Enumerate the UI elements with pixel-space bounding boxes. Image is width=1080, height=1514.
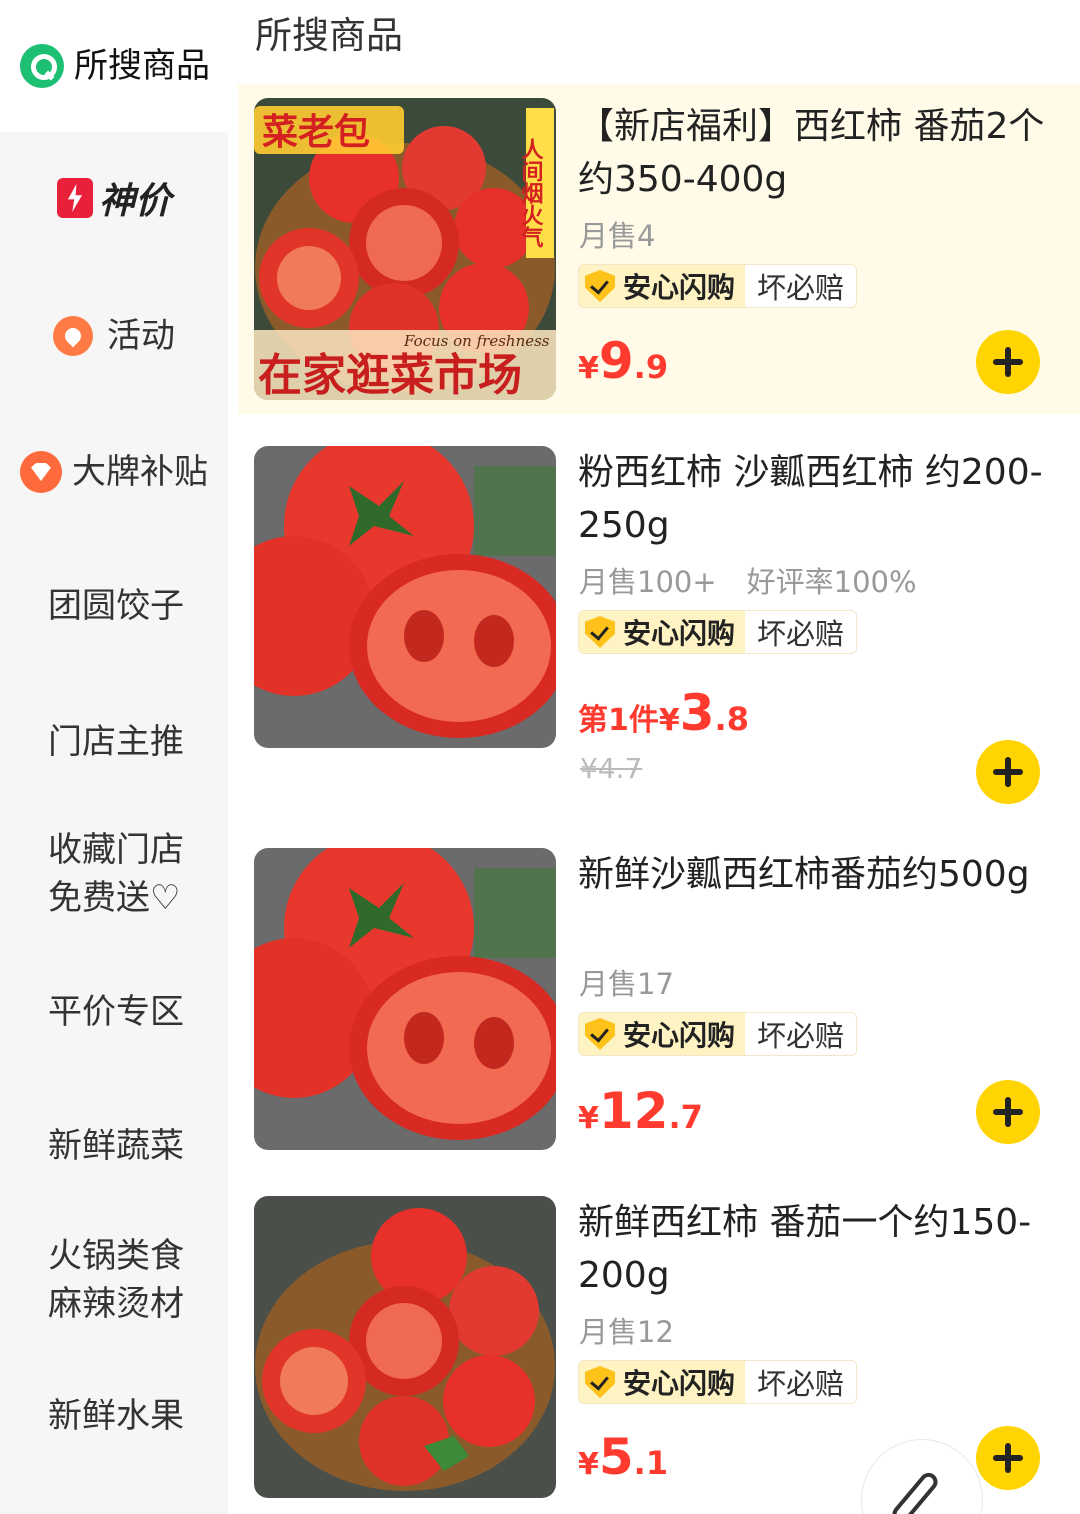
sidebar-item-favorite-store[interactable]: 收藏门店 免费送♡ bbox=[0, 826, 228, 926]
shield-check-icon bbox=[585, 1366, 615, 1398]
sidebar-item-fresh-vegetables[interactable]: 新鲜蔬菜 bbox=[0, 1120, 228, 1172]
rating: 好评率100% bbox=[746, 565, 917, 599]
sidebar-item-label: 新鲜水果 bbox=[48, 1396, 184, 1436]
sidebar-item-label: 活动 bbox=[107, 316, 175, 356]
guarantee-badge: 安心闪购 坏必赔 bbox=[578, 610, 858, 654]
product-name[interactable]: 新鲜西红柿 番茄一个约150-200g bbox=[578, 1196, 1048, 1302]
image-text-brand: 菜老包 bbox=[262, 112, 370, 153]
brand-subsidy-icon bbox=[20, 451, 62, 493]
page-title: 所搜商品 bbox=[255, 14, 403, 57]
product-card[interactable]: 菜老包 人间烟火气 Focus on freshness 在家逛菜市场 【新店福… bbox=[238, 84, 1080, 414]
monthly-sales: 月售100+ bbox=[579, 565, 717, 599]
sidebar-item-searched-products[interactable]: 所搜商品 bbox=[0, 40, 228, 92]
product-sales: 月售100+ 好评率100% bbox=[579, 564, 917, 600]
badge-main: 安心闪购 bbox=[579, 265, 746, 307]
search-icon bbox=[20, 44, 64, 88]
product-card[interactable]: 粉西红柿 沙瓤西红柿 约200-250g 月售100+ 好评率100% 安心闪购 … bbox=[238, 430, 1080, 810]
product-card[interactable]: 新鲜沙瓤西红柿番茄约500g 月售17 安心闪购 坏必赔 ¥12.7 bbox=[238, 832, 1080, 1172]
sidebar-item-hotpot[interactable]: 火锅类食 麻辣烫材 bbox=[0, 1232, 228, 1332]
sidebar-item-fresh-fruit[interactable]: 新鲜水果 bbox=[0, 1390, 228, 1442]
category-sidebar: 所搜商品 神 价 活动 大牌补贴 团圆饺子 门店主推 收藏门店 免费送♡ 平价专… bbox=[0, 0, 228, 1514]
product-price: 第1件¥3.8 bbox=[578, 684, 749, 742]
badge-main: 安心闪购 bbox=[579, 1013, 746, 1055]
sidebar-item-label: 火锅类食 bbox=[48, 1236, 184, 1276]
shenjia-logo: 神 价 bbox=[56, 172, 172, 224]
product-name[interactable]: 粉西红柿 沙瓤西红柿 约200-250g bbox=[578, 446, 1048, 552]
sidebar-item-label: 门店主推 bbox=[48, 722, 184, 762]
badge-sub: 坏必赔 bbox=[745, 1013, 857, 1055]
sidebar-item-label-line2: 免费送♡ bbox=[48, 878, 181, 918]
product-price: ¥9.9 bbox=[578, 332, 669, 390]
product-sales: 月售17 bbox=[579, 966, 674, 1002]
sidebar-item-label: 团圆饺子 bbox=[48, 586, 184, 626]
image-text-tagline: Focus on freshness bbox=[403, 332, 550, 350]
sidebar-item-label-line2: 麻辣烫材 bbox=[48, 1284, 184, 1324]
sidebar-item-activity[interactable]: 活动 bbox=[0, 310, 228, 362]
shield-check-icon bbox=[585, 616, 615, 648]
add-to-cart-button[interactable] bbox=[976, 330, 1040, 394]
product-price: ¥12.7 bbox=[578, 1082, 703, 1140]
original-price: ¥4.7 bbox=[580, 752, 643, 785]
shenjia-label: 价 bbox=[135, 181, 172, 222]
pencil-icon bbox=[888, 1469, 942, 1514]
badge-main: 安心闪购 bbox=[579, 611, 746, 653]
add-to-cart-button[interactable] bbox=[976, 1426, 1040, 1490]
shenjia-prefix: 神 bbox=[98, 181, 135, 222]
product-image[interactable] bbox=[254, 1196, 556, 1498]
image-text-slogan: 在家逛菜市场 bbox=[258, 350, 522, 400]
product-image[interactable] bbox=[254, 446, 556, 748]
sidebar-item-budget-zone[interactable]: 平价专区 bbox=[0, 986, 228, 1038]
guarantee-badge: 安心闪购 坏必赔 bbox=[578, 1360, 858, 1404]
sidebar-item-store-picks[interactable]: 门店主推 bbox=[0, 716, 228, 768]
product-sales: 月售12 bbox=[579, 1314, 674, 1350]
badge-sub: 坏必赔 bbox=[745, 265, 857, 307]
shield-check-icon bbox=[585, 1018, 615, 1050]
sidebar-item-label: 所搜商品 bbox=[74, 46, 210, 86]
lightning-icon bbox=[56, 178, 93, 218]
sidebar-item-dumplings[interactable]: 团圆饺子 bbox=[0, 580, 228, 632]
activity-icon bbox=[53, 316, 93, 356]
monthly-sales: 月售12 bbox=[579, 1315, 674, 1349]
add-to-cart-button[interactable] bbox=[976, 1080, 1040, 1144]
guarantee-badge: 安心闪购 坏必赔 bbox=[578, 264, 858, 308]
sidebar-item-label: 大牌补贴 bbox=[72, 452, 208, 492]
product-name[interactable]: 【新店福利】西红柿 番茄2个约350-400g bbox=[578, 100, 1048, 206]
product-sales: 月售4 bbox=[579, 218, 655, 254]
product-price: ¥5.1 bbox=[578, 1428, 669, 1486]
badge-sub: 坏必赔 bbox=[745, 611, 857, 653]
add-to-cart-button[interactable] bbox=[976, 740, 1040, 804]
product-name[interactable]: 新鲜沙瓤西红柿番茄约500g bbox=[578, 848, 1048, 901]
monthly-sales: 月售4 bbox=[579, 219, 656, 253]
product-image[interactable]: 菜老包 人间烟火气 Focus on freshness 在家逛菜市场 bbox=[254, 98, 556, 400]
badge-main: 安心闪购 bbox=[579, 1361, 746, 1403]
sidebar-item-label: 平价专区 bbox=[48, 992, 184, 1032]
product-image[interactable] bbox=[254, 848, 556, 1150]
sidebar-item-brand-subsidy[interactable]: 大牌补贴 bbox=[0, 446, 228, 498]
shield-check-icon bbox=[585, 270, 615, 302]
sidebar-item-label: 收藏门店 bbox=[48, 830, 184, 870]
image-text-vertical: 人间烟火气 bbox=[518, 138, 545, 249]
monthly-sales: 月售17 bbox=[579, 967, 674, 1001]
sidebar-item-label: 新鲜蔬菜 bbox=[48, 1126, 184, 1166]
sidebar-item-shenjia[interactable]: 神 价 bbox=[0, 170, 228, 226]
badge-sub: 坏必赔 bbox=[745, 1361, 857, 1403]
guarantee-badge: 安心闪购 坏必赔 bbox=[578, 1012, 858, 1056]
